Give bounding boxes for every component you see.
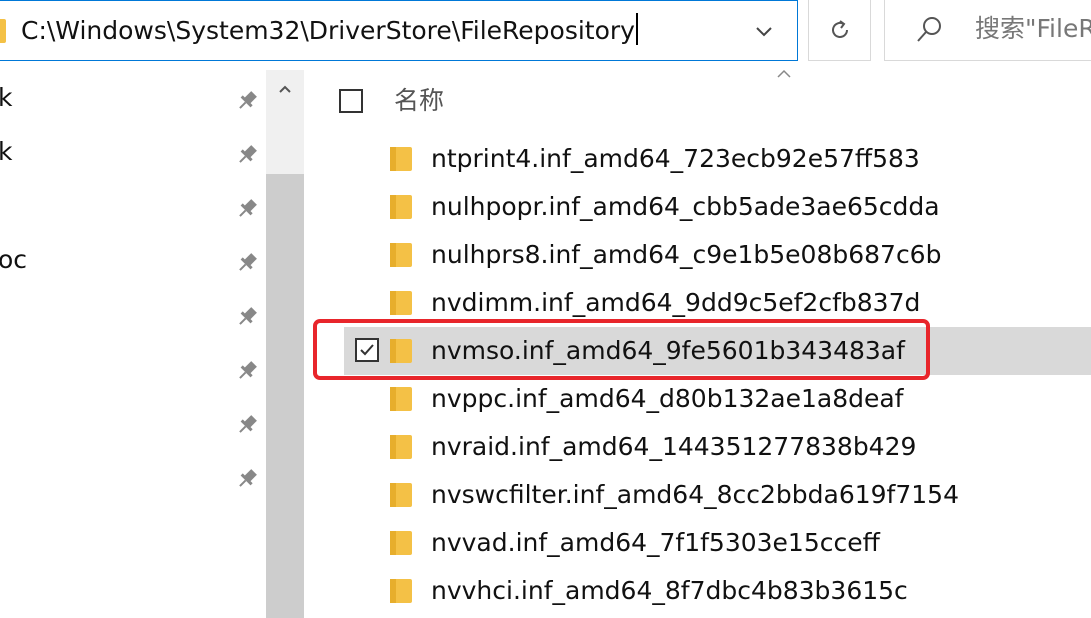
- list-item[interactable]: nvppc.inf_amd64_d80b132ae1a8deaf: [344, 375, 1091, 423]
- list-item-selected[interactable]: nvmso.inf_amd64_9fe5601b343483af: [344, 327, 1091, 375]
- chevron-up-icon[interactable]: [276, 80, 294, 98]
- file-name: nulhprs8.inf_amd64_c9e1b5e08b687c6b: [431, 240, 942, 269]
- nav-item[interactable]: [0, 402, 266, 442]
- refresh-button[interactable]: [808, 0, 871, 61]
- folder-icon: [390, 195, 412, 219]
- nav-item[interactable]: [0, 294, 266, 334]
- list-item[interactable]: nulhprs8.inf_amd64_c9e1b5e08b687c6b: [344, 231, 1091, 279]
- list-item[interactable]: nvvhci.inf_amd64_8f7dbc4b83b3615c: [344, 567, 1091, 615]
- folder-icon: [390, 147, 412, 171]
- list-item[interactable]: nulhpopr.inf_amd64_cbb5ade3ae65cdda: [344, 183, 1091, 231]
- text-caret: [635, 13, 638, 45]
- list-item[interactable]: nvdimm.inf_amd64_9dd9c5ef2cfb837d: [344, 279, 1091, 327]
- file-name: nvdimm.inf_amd64_9dd9c5ef2cfb837d: [431, 288, 921, 317]
- list-item[interactable]: nvvad.inf_amd64_7f1f5303e15cceff: [344, 519, 1091, 567]
- nav-scrollbar-thumb[interactable]: [266, 174, 304, 618]
- nav-item-label: k: [0, 83, 13, 112]
- list-item[interactable]: ntprint4.inf_amd64_723ecb92e57ff583: [344, 135, 1091, 183]
- file-name: nvraid.inf_amd64_144351277838b429: [431, 432, 917, 461]
- folder-icon: [0, 19, 6, 43]
- pin-icon[interactable]: [234, 358, 260, 384]
- folder-icon: [390, 531, 412, 555]
- nav-item[interactable]: [0, 348, 266, 388]
- address-bar[interactable]: C:\Windows\System32\DriverStore\FileRepo…: [0, 0, 798, 61]
- sort-ascending-icon: [777, 69, 791, 78]
- address-path-text: C:\Windows\System32\DriverStore\FileRepo…: [21, 16, 635, 45]
- chevron-down-icon[interactable]: [750, 17, 778, 45]
- nav-item[interactable]: k: [0, 132, 266, 172]
- pin-icon[interactable]: [234, 250, 260, 276]
- file-name: nulhpopr.inf_amd64_cbb5ade3ae65cdda: [431, 192, 940, 221]
- folder-icon: [390, 291, 412, 315]
- search-input[interactable]: 搜索"FileRepository": [975, 12, 1091, 46]
- refresh-icon: [832, 20, 848, 38]
- column-header-name[interactable]: 名称: [394, 84, 444, 118]
- folder-icon: [390, 483, 412, 507]
- file-name: nvvad.inf_amd64_7f1f5303e15cceff: [431, 528, 880, 557]
- address-path-input[interactable]: C:\Windows\System32\DriverStore\FileRepo…: [21, 13, 638, 48]
- nav-item[interactable]: oc: [0, 240, 266, 280]
- pin-icon[interactable]: [234, 196, 260, 222]
- navigation-pane: k k oc: [0, 70, 304, 618]
- folder-icon: [390, 243, 412, 267]
- pin-icon[interactable]: [234, 412, 260, 438]
- nav-item-label: k: [0, 137, 13, 166]
- nav-item-label: oc: [0, 245, 28, 274]
- folder-icon: [390, 339, 412, 363]
- checkbox-icon: [360, 344, 374, 356]
- file-name: nvmso.inf_amd64_9fe5601b343483af: [431, 336, 905, 365]
- file-name: ntprint4.inf_amd64_723ecb92e57ff583: [431, 144, 920, 173]
- search-icon: [917, 17, 941, 42]
- row-checkbox[interactable]: [355, 338, 379, 362]
- file-explorer-window: C:\Windows\System32\DriverStore\FileRepo…: [0, 0, 1091, 618]
- pin-icon[interactable]: [234, 142, 260, 168]
- select-all-checkbox[interactable]: [339, 89, 363, 113]
- nav-item[interactable]: k: [0, 78, 266, 118]
- pin-icon[interactable]: [234, 88, 260, 114]
- folder-icon: [390, 435, 412, 459]
- folder-icon: [390, 579, 412, 603]
- list-item[interactable]: nvraid.inf_amd64_144351277838b429: [344, 423, 1091, 471]
- nav-item[interactable]: [0, 456, 266, 496]
- pin-icon[interactable]: [234, 466, 260, 492]
- file-name: nvswcfilter.inf_amd64_8cc2bbda619f7154: [431, 480, 959, 509]
- list-item[interactable]: nvswcfilter.inf_amd64_8cc2bbda619f7154: [344, 471, 1091, 519]
- search-box[interactable]: 搜索"FileRepository": [884, 0, 1091, 61]
- file-name: nvppc.inf_amd64_d80b132ae1a8deaf: [431, 384, 904, 413]
- pin-icon[interactable]: [234, 304, 260, 330]
- file-name: nvvhci.inf_amd64_8f7dbc4b83b3615c: [431, 576, 908, 605]
- folder-icon: [390, 387, 412, 411]
- nav-item[interactable]: [0, 186, 266, 226]
